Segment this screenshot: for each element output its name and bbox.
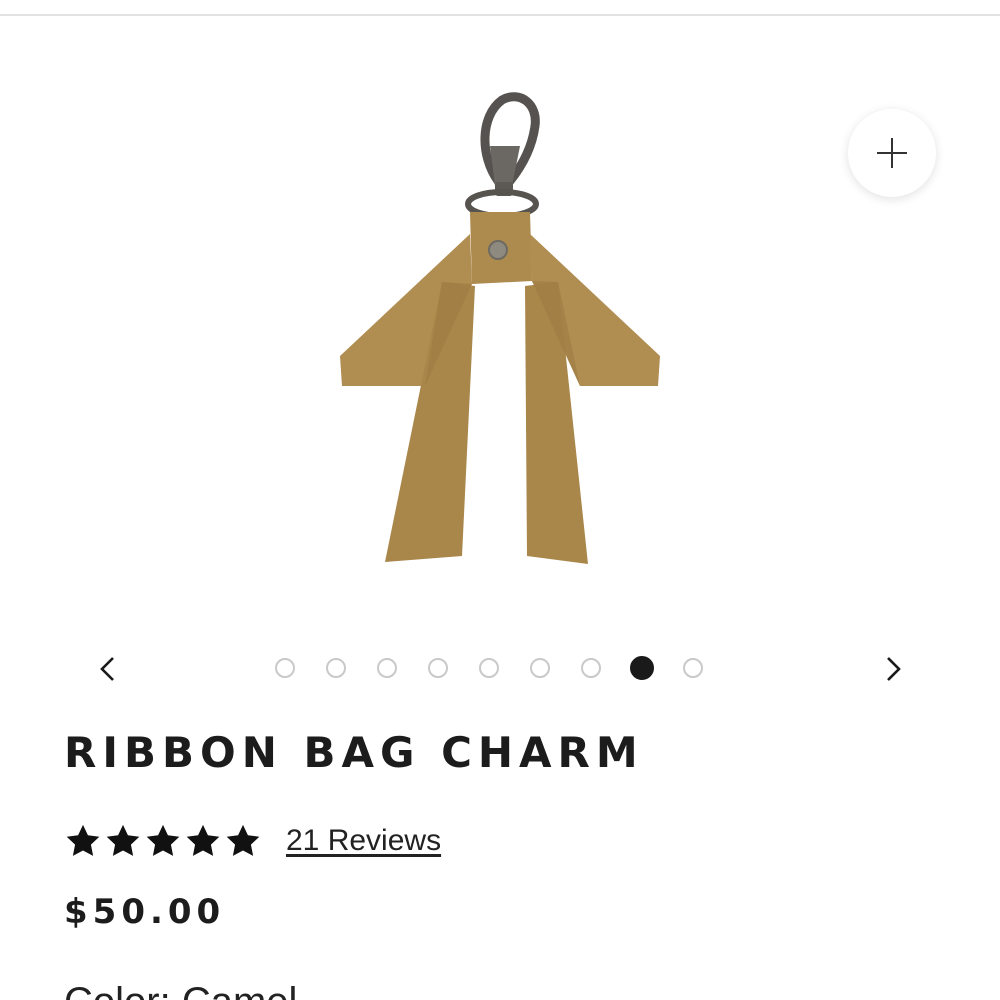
chevron-left-icon <box>100 657 114 681</box>
star-icon <box>64 822 102 860</box>
star-icon <box>144 822 182 860</box>
rating-row: 21 Reviews <box>64 822 441 860</box>
pagination-dot[interactable] <box>428 658 448 678</box>
pagination-dot[interactable] <box>530 658 550 678</box>
pagination-dot[interactable] <box>683 658 703 678</box>
pagination-dot[interactable] <box>630 656 654 680</box>
pagination-dot[interactable] <box>581 658 601 678</box>
color-label: Color: Camel <box>64 980 297 1000</box>
product-title: RIBBON BAG CHARM <box>64 728 644 777</box>
gallery-pagination <box>275 656 703 680</box>
next-image-button[interactable] <box>878 654 908 684</box>
plus-icon <box>877 138 907 168</box>
product-page: RIBBON BAG CHARM 21 Reviews $50.00 Color… <box>0 0 1000 1000</box>
pagination-dot[interactable] <box>275 658 295 678</box>
pagination-dot[interactable] <box>377 658 397 678</box>
star-icon <box>104 822 142 860</box>
pagination-dot[interactable] <box>479 658 499 678</box>
product-image <box>340 92 660 564</box>
zoom-button[interactable] <box>848 109 936 197</box>
pagination-dot[interactable] <box>326 658 346 678</box>
previous-image-button[interactable] <box>93 654 123 684</box>
star-rating <box>64 822 262 860</box>
star-icon <box>184 822 222 860</box>
chevron-right-icon <box>887 657 901 681</box>
product-gallery[interactable] <box>0 16 1000 681</box>
reviews-link[interactable]: 21 Reviews <box>286 824 441 858</box>
star-icon <box>224 822 262 860</box>
product-price: $50.00 <box>64 892 226 932</box>
